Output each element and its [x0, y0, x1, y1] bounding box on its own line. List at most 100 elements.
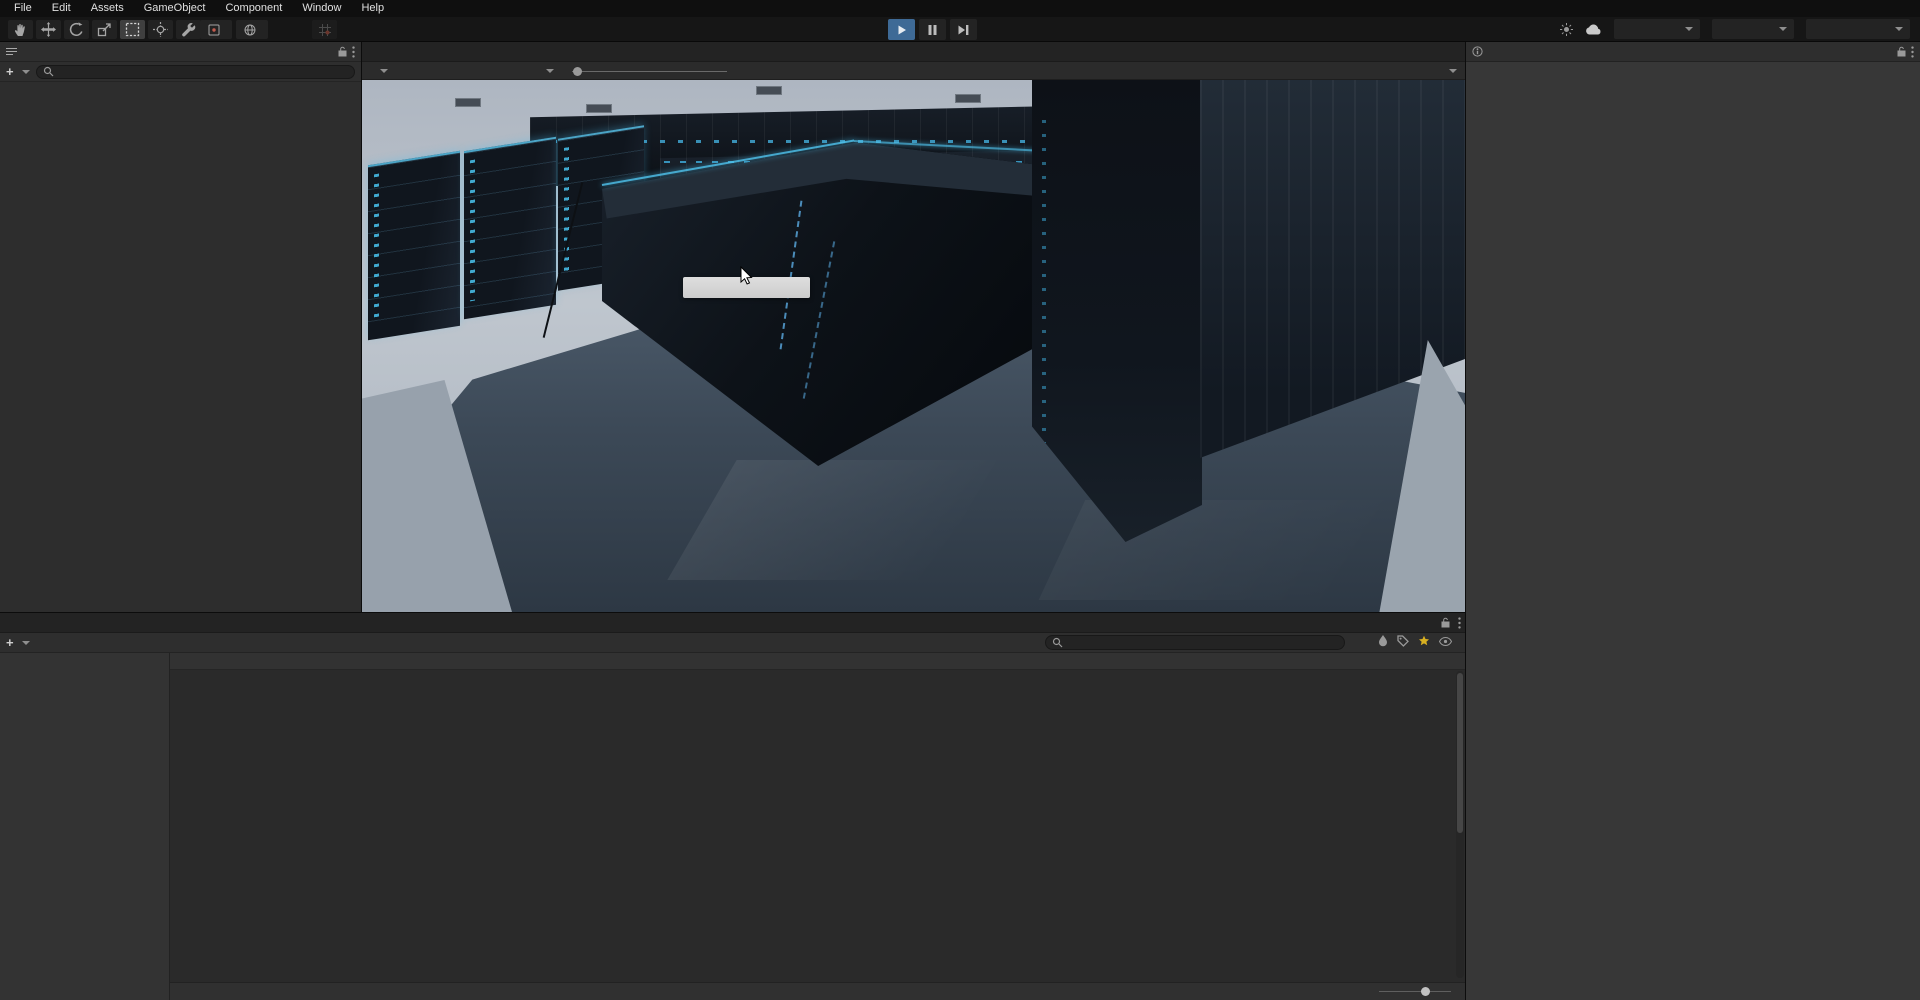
move-icon: [41, 22, 56, 37]
activity-indicator-icon[interactable]: [1560, 22, 1573, 36]
move-tool[interactable]: [36, 20, 61, 39]
menu-component[interactable]: Component: [215, 1, 292, 16]
search-by-label-icon[interactable]: [1397, 635, 1409, 647]
project-search-input[interactable]: [1045, 635, 1345, 650]
unity-editor-window: File Edit Assets GameObject Component Window H…: [0, 0, 1920, 1000]
menu-file[interactable]: File: [4, 1, 42, 16]
search-icon: [1052, 637, 1063, 648]
lock-icon[interactable]: [338, 46, 347, 57]
center-tabstrip: [362, 42, 1465, 62]
rotate-icon: [69, 22, 84, 37]
lock-icon[interactable]: [1897, 46, 1906, 57]
eye-icon: [1439, 636, 1452, 646]
game-viewport: [362, 80, 1465, 612]
kebab-menu-icon[interactable]: [1458, 616, 1461, 629]
scale-slider-knob[interactable]: [573, 66, 582, 76]
layers-dropdown[interactable]: [1712, 19, 1794, 39]
grid-snap-icon: [318, 23, 332, 37]
step-icon: [958, 24, 969, 35]
grid-snap-toggle[interactable]: [312, 20, 337, 39]
search-by-type-icon[interactable]: [1378, 635, 1388, 647]
menu-help[interactable]: Help: [351, 1, 394, 16]
server-rack-left: [368, 150, 460, 341]
transform-icon: [153, 22, 168, 37]
scale-tool[interactable]: [92, 20, 117, 39]
display-dropdown[interactable]: [370, 63, 392, 79]
hand-tool[interactable]: [8, 20, 33, 39]
lock-icon[interactable]: [1441, 617, 1450, 628]
mouse-cursor: [740, 266, 753, 285]
scale-slider[interactable]: [572, 64, 727, 78]
hierarchy-panel: +: [0, 42, 362, 612]
center-pivot-icon: [208, 24, 220, 36]
kebab-menu-icon[interactable]: [352, 45, 355, 58]
chevron-down-icon: [380, 68, 388, 73]
layout-dropdown[interactable]: [1806, 19, 1910, 39]
toolbar-right: [1560, 19, 1910, 39]
hand-icon: [13, 22, 28, 37]
scale-icon: [97, 22, 112, 37]
main-toolbar: [0, 17, 1920, 42]
ceiling-vent: [586, 104, 612, 113]
project-folder-tree: [0, 653, 170, 1000]
hierarchy-tree: [0, 86, 361, 612]
server-rack-left: [464, 136, 556, 320]
assets-scrollbar[interactable]: [1456, 671, 1464, 978]
hamburger-icon: [6, 47, 17, 56]
cloud-icon[interactable]: [1585, 23, 1602, 35]
custom-tool[interactable]: [176, 20, 201, 39]
menu-window[interactable]: Window: [292, 1, 351, 16]
pause-button[interactable]: [919, 19, 946, 40]
play-icon: [897, 25, 907, 35]
chevron-down-icon: [21, 640, 30, 645]
rect-tool[interactable]: [120, 20, 145, 39]
menu-edit[interactable]: Edit: [42, 1, 81, 16]
inspector-icon: [1472, 46, 1483, 57]
menu-gameobject[interactable]: GameObject: [134, 1, 216, 16]
inspector-panel: [1465, 42, 1920, 1000]
chevron-down-icon: [546, 68, 554, 73]
rect-icon: [125, 22, 140, 37]
search-icon: [43, 66, 54, 77]
chevron-down-icon: [1895, 27, 1903, 31]
pause-icon: [928, 24, 937, 35]
wrench-icon: [181, 22, 196, 37]
play-button[interactable]: [888, 19, 915, 40]
menu-bar: File Edit Assets GameObject Component Window H…: [0, 0, 1920, 17]
project-toolbar: +: [0, 633, 1465, 653]
ceiling-vent: [756, 86, 782, 95]
transform-tools: [8, 20, 201, 39]
pivot-toggle[interactable]: [200, 20, 232, 39]
play-controls: [888, 19, 977, 40]
hidden-packages-count[interactable]: [1439, 636, 1455, 646]
globe-icon: [244, 24, 256, 36]
aspect-dropdown[interactable]: [398, 63, 558, 79]
assets-grid: [170, 653, 1465, 982]
project-footer: [170, 982, 1465, 1000]
kebab-menu-icon[interactable]: [1911, 45, 1914, 58]
search-favorites-icon[interactable]: [1418, 635, 1430, 647]
center-panel: [362, 42, 1465, 612]
project-tabstrip: [0, 613, 1465, 633]
menu-assets[interactable]: Assets: [81, 1, 134, 16]
ceiling-vent: [955, 94, 981, 103]
chevron-down-icon: [1449, 68, 1457, 73]
step-button[interactable]: [950, 19, 977, 40]
orientation-toggle[interactable]: [236, 20, 268, 39]
ceiling-vent: [455, 98, 481, 107]
create-object-button[interactable]: +: [6, 65, 30, 78]
create-asset-button[interactable]: +: [6, 636, 30, 649]
project-panel: +: [0, 612, 1465, 1000]
transform-tool[interactable]: [148, 20, 173, 39]
rotate-tool[interactable]: [64, 20, 89, 39]
chevron-down-icon: [21, 69, 30, 74]
icon-size-slider[interactable]: [1379, 987, 1451, 997]
chevron-down-icon: [1685, 27, 1693, 31]
icon-size-knob[interactable]: [1420, 987, 1430, 996]
pivot-orientation-group: [200, 20, 268, 39]
account-dropdown[interactable]: [1614, 19, 1700, 39]
chevron-down-icon: [1779, 27, 1787, 31]
gizmos-dropdown[interactable]: [1443, 68, 1457, 73]
game-view-toolbar: [362, 62, 1465, 80]
hierarchy-search-input[interactable]: [35, 64, 355, 79]
